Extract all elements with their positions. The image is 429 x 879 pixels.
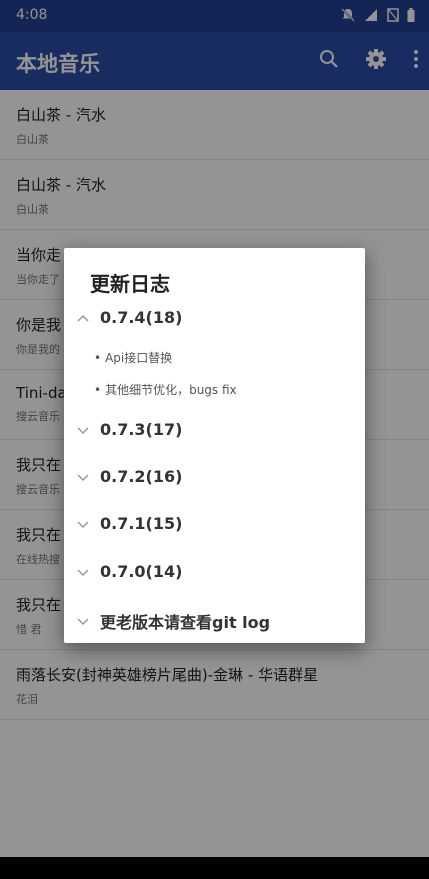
dialog-title: 更新日志 (90, 272, 170, 296)
version-label: 0.7.3(17) (100, 420, 183, 439)
version-row-0-7-3[interactable]: 0.7.3(17) (76, 420, 182, 439)
chevron-down-icon (77, 473, 89, 481)
chevron-down-icon (77, 426, 89, 434)
chevron-down-icon (77, 618, 89, 626)
changelog-note: Api接口替换 (94, 349, 172, 366)
chevron-down-icon (77, 520, 89, 528)
version-row-0-7-2[interactable]: 0.7.2(16) (76, 467, 182, 486)
version-label: 0.7.2(16) (100, 467, 183, 486)
version-row-0-7-0[interactable]: 0.7.0(14) (76, 562, 182, 581)
version-label: 0.7.0(14) (100, 562, 183, 581)
changelog-dialog: 更新日志 0.7.4(18) Api接口替换 其他细节优化，bugs fix 0… (64, 248, 365, 643)
version-row-older[interactable]: 更老版本请查看git log (76, 609, 270, 633)
chevron-up-icon (77, 314, 89, 322)
version-row-0-7-4[interactable]: 0.7.4(18) (76, 308, 182, 327)
version-row-0-7-1[interactable]: 0.7.1(15) (76, 514, 182, 533)
changelog-note: 其他细节优化，bugs fix (94, 381, 237, 398)
version-label: 更老版本请查看git log (100, 613, 271, 632)
version-label: 0.7.1(15) (100, 514, 183, 533)
version-label: 0.7.4(18) (100, 308, 183, 327)
chevron-down-icon (77, 568, 89, 576)
